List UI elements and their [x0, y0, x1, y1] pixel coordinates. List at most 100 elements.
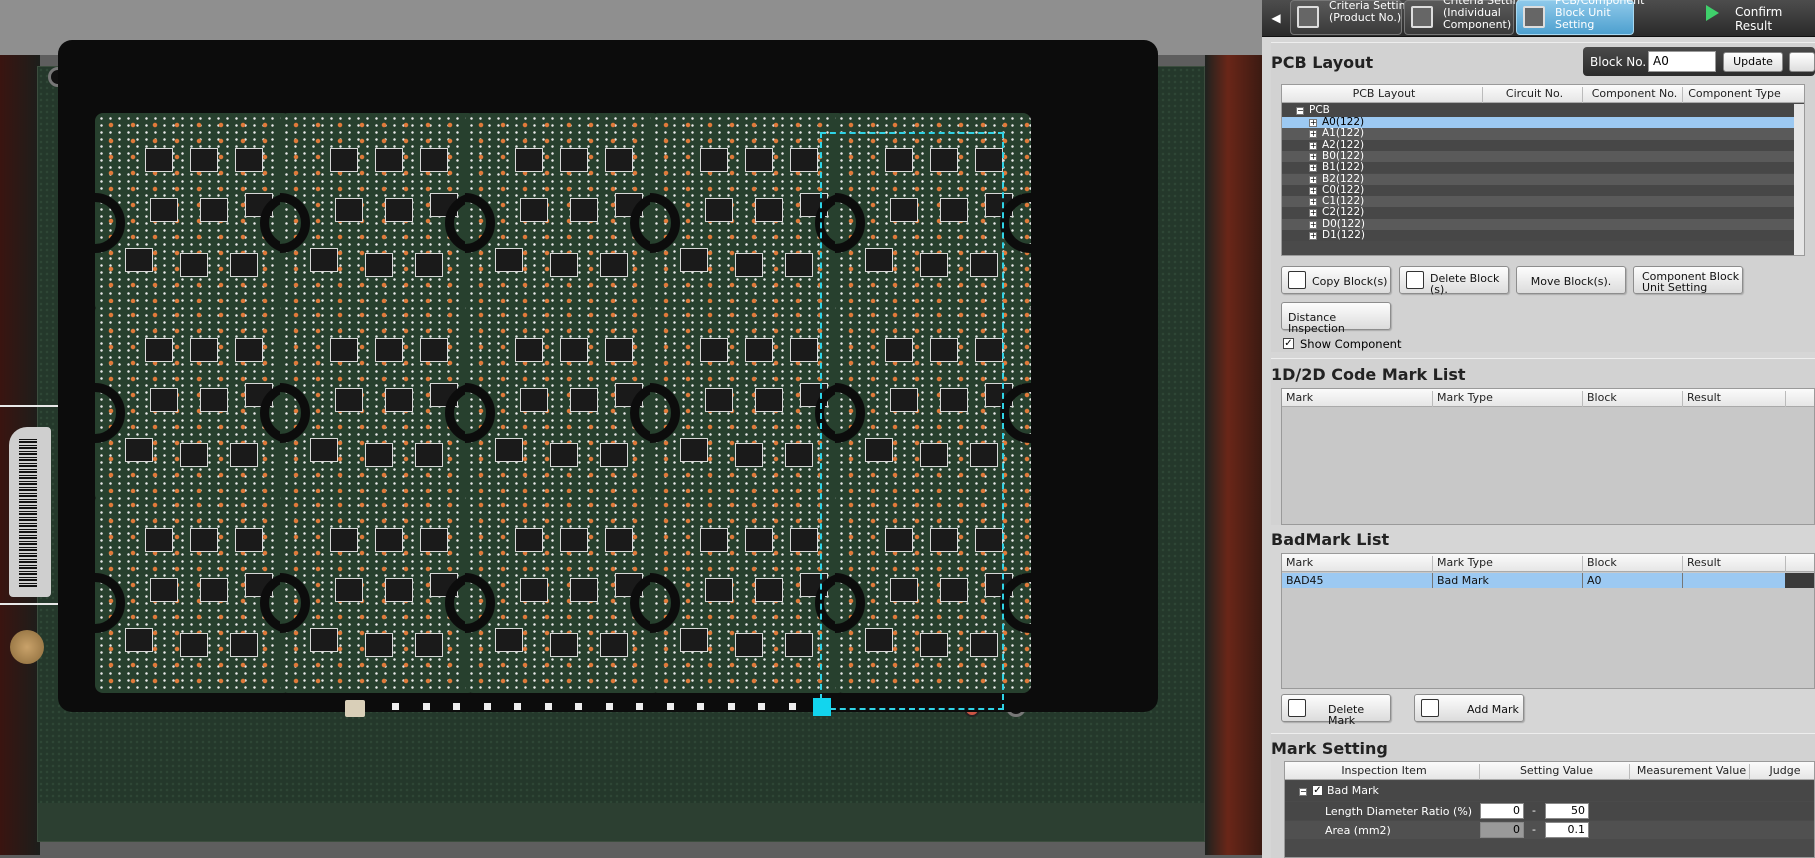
add-mark-icon	[1421, 699, 1439, 717]
test-pad	[453, 703, 460, 710]
pcb-block-cell[interactable]	[95, 493, 291, 693]
collapse-icon[interactable]: −	[1296, 107, 1304, 115]
mark-setting-row[interactable]: Area (mm2) 0-0.1	[1285, 821, 1814, 839]
delete-mark-button[interactable]: Delete Mark	[1281, 694, 1391, 726]
block-no-input[interactable]: A0	[1648, 51, 1716, 72]
tree-block-label: C2(122)	[1322, 206, 1365, 219]
block-unit-setting-button[interactable]: PCB/Component Block Unit Setting	[1516, 0, 1645, 35]
add-mark-button[interactable]: Add Mark	[1414, 694, 1524, 722]
block-unit-label: PCB/Component Block Unit Setting	[1555, 0, 1645, 31]
ic-chip	[415, 443, 443, 467]
expand-icon[interactable]: +	[1309, 198, 1317, 207]
badmark-table[interactable]: Mark Mark Type Block Result BAD45 Bad Ma…	[1281, 553, 1815, 689]
expand-icon[interactable]: +	[1309, 220, 1317, 229]
mark-setting-table[interactable]: Inspection Item Setting Value Measuremen…	[1284, 761, 1815, 858]
selected-block-outline[interactable]	[820, 132, 1004, 710]
pcb-image-viewer[interactable]: 034-0-01567	[0, 0, 1262, 858]
block-unit-icon	[1523, 6, 1545, 28]
delete-mark-label: Delete Mark	[1328, 703, 1365, 727]
pcb-block-cell[interactable]	[465, 113, 661, 313]
routing-slot	[650, 193, 680, 253]
expand-icon[interactable]: +	[1309, 130, 1317, 139]
move-blocks-button[interactable]: Move Block(s).	[1516, 266, 1626, 294]
ic-chip	[385, 198, 413, 222]
ic-chip	[520, 198, 548, 222]
ic-chip	[180, 443, 208, 467]
col-mark: Mark	[1286, 556, 1314, 569]
distance-inspection-button[interactable]: Distance Inspection	[1281, 302, 1391, 334]
expand-icon[interactable]: +	[1309, 232, 1317, 240]
pcb-block-cell[interactable]	[465, 493, 661, 693]
mark-setting-row[interactable]: Length Diameter Ratio (%) 0-50	[1285, 802, 1814, 820]
criteria-product-button[interactable]: Criteria Setting (Product No.)	[1290, 0, 1413, 35]
expand-icon[interactable]: +	[1309, 186, 1317, 195]
show-component-checkbox[interactable]: ✓	[1283, 338, 1294, 349]
ic-chip	[515, 148, 543, 172]
range-separator: -	[1532, 823, 1536, 836]
routing-slot	[95, 573, 125, 633]
code-mark-table[interactable]: Mark Mark Type Block Result	[1281, 388, 1815, 525]
bad-mark-checkbox[interactable]: ✓	[1312, 785, 1323, 796]
routing-slot	[280, 573, 310, 633]
block-origin-marker[interactable]	[813, 698, 831, 716]
pcb-block-cell[interactable]	[280, 303, 476, 503]
col-component-type: Component Type	[1682, 87, 1782, 103]
ic-chip	[385, 388, 413, 412]
confirm-result-button[interactable]: Confirm Result	[1690, 0, 1815, 35]
board-bottom-rail	[38, 803, 1204, 841]
toolbar-scroll-left-button[interactable]: ◀	[1263, 3, 1289, 33]
pcb-block-cell[interactable]	[280, 113, 476, 313]
pcb-block-cell[interactable]	[650, 113, 846, 313]
delete-icon	[1406, 271, 1424, 289]
update-button[interactable]: Update	[1723, 52, 1783, 72]
component-block-unit-button[interactable]: Component Block Unit Setting	[1633, 266, 1743, 294]
pcb-block-cell[interactable]	[465, 303, 661, 503]
tree-block-row[interactable]: + C2(122)	[1282, 206, 1796, 219]
setting-min-input[interactable]: 0	[1480, 822, 1524, 838]
delete-blocks-button[interactable]: Delete Block (s).	[1399, 266, 1509, 295]
tree-scrollbar[interactable]	[1794, 104, 1804, 255]
expand-icon[interactable]: +	[1309, 141, 1317, 150]
pcb-block-cell[interactable]	[650, 493, 846, 693]
ic-chip	[180, 253, 208, 277]
pcb-block-cell[interactable]	[95, 303, 291, 503]
code-mark-header: Mark Mark Type Block Result	[1282, 389, 1814, 407]
pcb-block-cell[interactable]	[650, 303, 846, 503]
expand-icon[interactable]: +	[1309, 209, 1317, 218]
ic-chip	[420, 148, 448, 172]
ic-chip	[310, 628, 338, 652]
gold-fiducial	[10, 630, 44, 664]
ic-chip	[550, 633, 578, 657]
col-setting-value: Setting Value	[1479, 764, 1629, 780]
layout-options-button[interactable]	[1789, 52, 1815, 72]
ic-chip	[125, 628, 153, 652]
collapse-icon[interactable]: −	[1299, 788, 1307, 796]
ic-chip	[235, 148, 263, 172]
setting-max-input[interactable]: 50	[1545, 803, 1589, 819]
pcb-layout-tree[interactable]: PCB Layout Circuit No. Component No. Com…	[1281, 84, 1805, 256]
ic-chip	[335, 578, 363, 602]
pcb-block-cell[interactable]	[280, 493, 476, 693]
tree-block-row[interactable]: + A1(122)	[1282, 127, 1796, 140]
expand-icon[interactable]: +	[1309, 119, 1317, 127]
ic-chip	[310, 248, 338, 272]
ic-chip	[335, 388, 363, 412]
tree-block-row[interactable]: + D1(122)	[1282, 229, 1796, 242]
ic-chip	[600, 443, 628, 467]
setting-min-input[interactable]: 0	[1480, 803, 1524, 819]
col-block: Block	[1582, 556, 1682, 572]
ic-chip	[745, 148, 773, 172]
ic-chip	[145, 338, 173, 362]
ic-chip	[735, 633, 763, 657]
pcb-block-cell[interactable]	[95, 113, 291, 313]
criteria-component-button[interactable]: Criteria Setting (Individual Component)	[1404, 0, 1527, 35]
bad-mark-group-label: Bad Mark	[1327, 784, 1379, 797]
copy-blocks-button[interactable]: Copy Block(s)	[1281, 266, 1391, 294]
setting-max-input[interactable]: 0.1	[1545, 822, 1589, 838]
expand-icon[interactable]: +	[1309, 152, 1317, 161]
expand-icon[interactable]: +	[1309, 175, 1317, 184]
expand-icon[interactable]: +	[1309, 164, 1317, 173]
bad-mark-group-row[interactable]: − ✓ Bad Mark	[1285, 781, 1814, 801]
tree-block-row[interactable]: + B1(122)	[1282, 161, 1796, 174]
badmark-row[interactable]: BAD45 Bad Mark A0	[1282, 573, 1785, 588]
